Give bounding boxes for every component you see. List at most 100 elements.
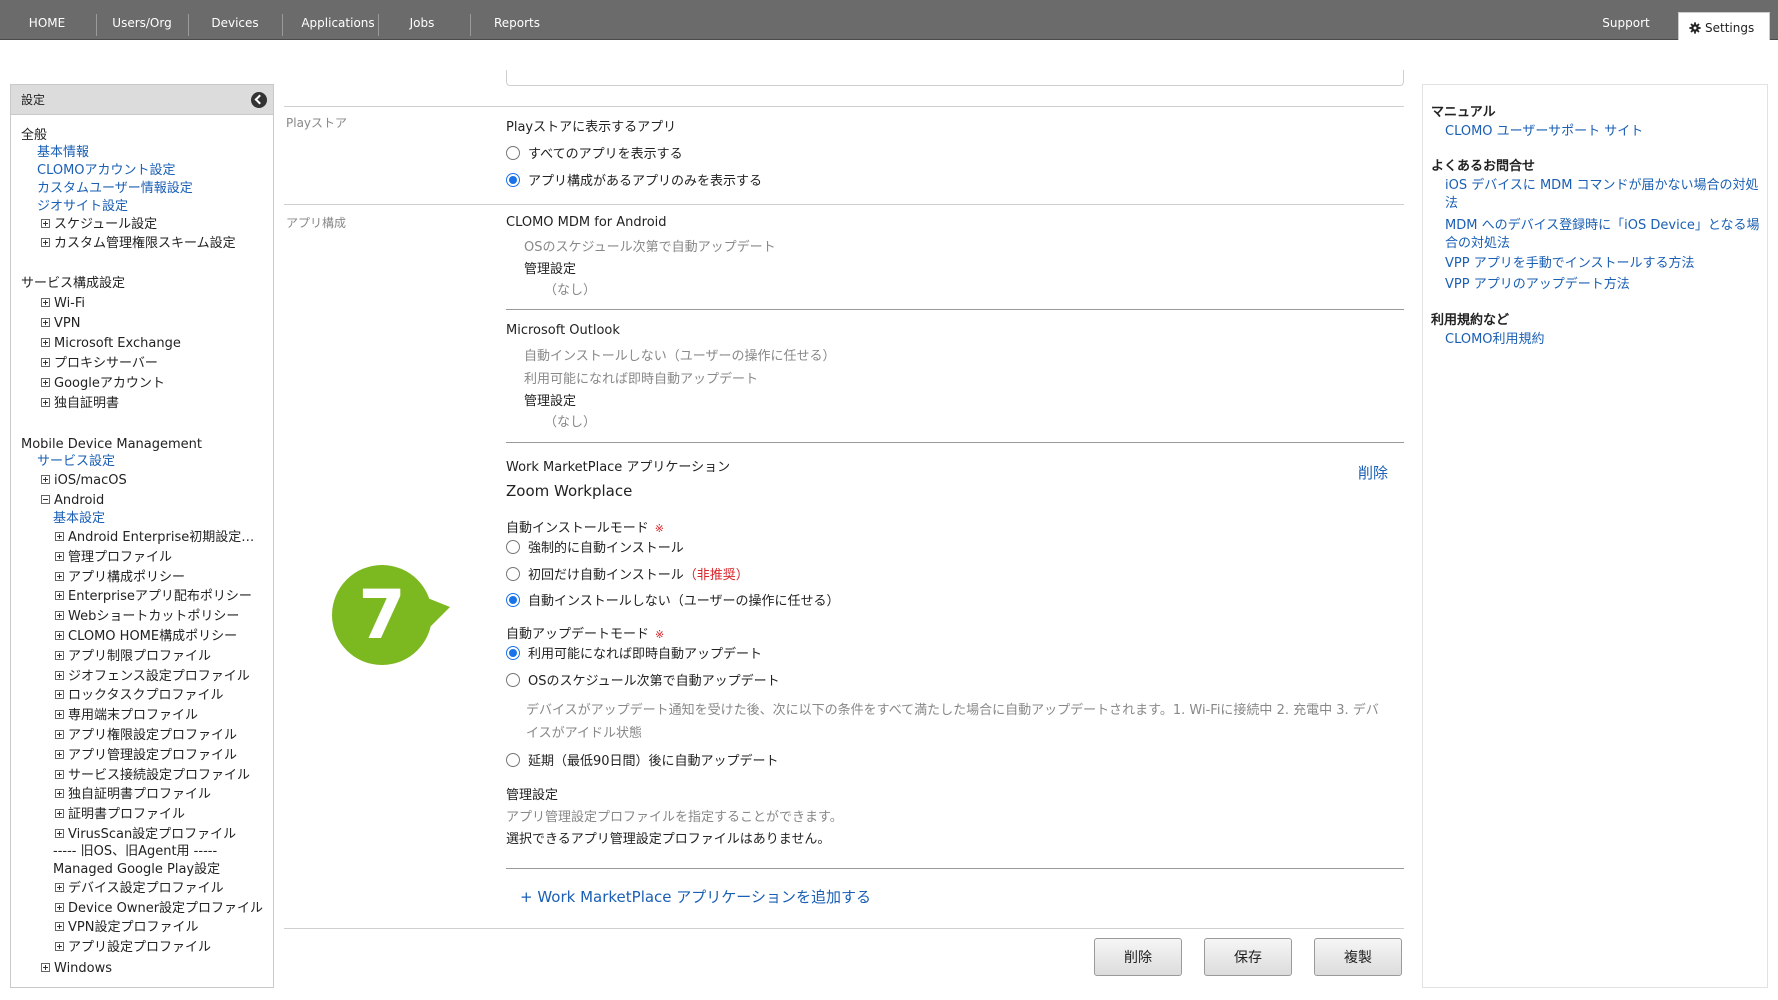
sidebar-item[interactable]: CLOMO HOME構成ポリシー	[55, 628, 237, 646]
sidebar-item[interactable]: サービス接続設定プロファイル	[55, 767, 250, 785]
expand-icon[interactable]	[41, 338, 50, 347]
support-site-link[interactable]: CLOMO ユーザーサポート サイト	[1445, 123, 1761, 141]
expand-icon[interactable]	[55, 922, 64, 932]
textarea-bottom-edge[interactable]	[506, 70, 1404, 86]
sidebar-item[interactable]: アプリ設定プロファイル	[55, 939, 211, 957]
nav-tab-settings[interactable]: Settings	[1678, 12, 1770, 40]
expand-icon[interactable]	[55, 551, 64, 561]
expand-icon[interactable]	[55, 591, 64, 601]
expand-icon[interactable]	[41, 963, 50, 972]
sidebar-item[interactable]: VirusScan設定プロファイル	[55, 826, 236, 844]
sidebar-item[interactable]: アプリ構成ポリシー	[55, 569, 185, 587]
expand-icon[interactable]	[41, 238, 50, 247]
expand-icon[interactable]	[55, 730, 64, 739]
sidebar-item-ios-macos[interactable]: iOS/macOS	[41, 472, 127, 490]
sidebar-item[interactable]: Webショートカットポリシー	[55, 608, 239, 626]
sidebar-item[interactable]: 管理プロファイル	[55, 549, 172, 567]
sidebar-item-windows[interactable]: Windows	[41, 960, 112, 978]
sidebar-item-exchange[interactable]: Microsoft Exchange	[41, 335, 181, 353]
sidebar-item-android-basic[interactable]: 基本設定	[53, 510, 105, 528]
radio-button[interactable]	[506, 673, 520, 687]
expand-icon[interactable]	[41, 398, 50, 407]
sidebar-item[interactable]: VPN設定プロファイル	[55, 919, 198, 937]
sidebar-item-cert[interactable]: 独自証明書	[41, 395, 119, 413]
sidebar-item[interactable]: ロックタスクプロファイル	[55, 687, 223, 705]
sidebar-item[interactable]: Android Enterprise初期設定…	[55, 529, 254, 547]
sidebar-item-clomo-account[interactable]: CLOMOアカウント設定	[37, 162, 176, 180]
radio-button[interactable]	[506, 146, 520, 160]
sidebar-item-google-account[interactable]: Googleアカウント	[41, 375, 165, 393]
nav-tab-users-org[interactable]: Users/Org	[104, 0, 180, 40]
nav-tab-applications[interactable]: Applications	[290, 0, 386, 40]
sidebar-item[interactable]: 専用端末プロファイル	[55, 707, 198, 725]
save-button[interactable]: 保存	[1204, 938, 1292, 976]
sidebar-item[interactable]: Device Owner設定プロファイル	[55, 900, 263, 918]
faq-link-vpp-install[interactable]: VPP アプリを手動でインストールする方法	[1445, 255, 1761, 273]
expand-icon[interactable]	[55, 829, 64, 838]
sidebar-item[interactable]: アプリ制限プロファイル	[55, 648, 211, 666]
sidebar-item-schedule[interactable]: スケジュール設定	[41, 216, 157, 234]
radio-button[interactable]	[506, 753, 520, 767]
expand-icon[interactable]	[55, 902, 64, 912]
radio-update-immediate[interactable]: 利用可能になれば即時自動アップデート	[506, 643, 762, 662]
expand-icon[interactable]	[55, 710, 64, 720]
sidebar-item[interactable]: アプリ権限設定プロファイル	[55, 727, 237, 745]
expand-icon[interactable]	[55, 532, 64, 541]
terms-link[interactable]: CLOMO利用規約	[1445, 331, 1761, 349]
expand-icon[interactable]	[55, 883, 64, 892]
radio-install-first-only[interactable]: 初回だけ自動インストール（非推奨）	[506, 564, 749, 583]
sidebar-item-custom-permission[interactable]: カスタム管理権限スキーム設定	[41, 235, 236, 253]
expand-icon[interactable]	[55, 749, 64, 759]
expand-icon[interactable]	[55, 789, 64, 799]
radio-button[interactable]	[506, 567, 520, 581]
sidebar-item[interactable]: デバイス設定プロファイル	[55, 880, 224, 898]
expand-icon[interactable]	[55, 670, 64, 680]
faq-link-ios-device[interactable]: MDM へのデバイス登録時に「iOS Device」となる場合の対処法	[1445, 217, 1761, 253]
sidebar-item[interactable]: Enterpriseアプリ配布ポリシー	[55, 588, 252, 606]
radio-update-os-schedule[interactable]: OSのスケジュール次第で自動アップデート	[506, 670, 780, 689]
collapse-icon[interactable]	[41, 495, 50, 504]
nav-tab-home[interactable]: HOME	[14, 0, 80, 40]
radio-button[interactable]	[506, 593, 520, 607]
expand-icon[interactable]	[41, 219, 50, 228]
sidebar-item-geosite[interactable]: ジオサイト設定	[37, 198, 128, 216]
sidebar-item-vpn[interactable]: VPN	[41, 315, 80, 333]
collapse-sidebar-icon[interactable]	[251, 92, 267, 108]
sidebar-item-managed-play[interactable]: Managed Google Play設定	[53, 861, 220, 879]
radio-button[interactable]	[506, 646, 520, 660]
sidebar-item-custom-user-info[interactable]: カスタムユーザー情報設定	[37, 180, 193, 198]
expand-icon[interactable]	[41, 378, 50, 387]
expand-icon[interactable]	[55, 809, 64, 819]
radio-button[interactable]	[506, 173, 520, 187]
sidebar-item[interactable]: ジオフェンス設定プロファイル	[55, 668, 250, 686]
nav-tab-support[interactable]: Support	[1590, 0, 1662, 40]
radio-button[interactable]	[506, 540, 520, 554]
expand-icon[interactable]	[41, 318, 50, 327]
nav-tab-reports[interactable]: Reports	[478, 0, 556, 40]
expand-icon[interactable]	[41, 358, 50, 367]
expand-icon[interactable]	[55, 769, 64, 779]
radio-update-postpone[interactable]: 延期（最低90日間）後に自動アップデート	[506, 750, 779, 769]
radio-show-configured-apps[interactable]: アプリ構成があるアプリのみを表示する	[506, 170, 762, 189]
sidebar-item-wifi[interactable]: Wi-Fi	[41, 295, 85, 313]
radio-install-force[interactable]: 強制的に自動インストール	[506, 537, 684, 556]
expand-icon[interactable]	[41, 298, 50, 307]
expand-icon[interactable]	[55, 611, 64, 621]
sidebar-item[interactable]: 証明書プロファイル	[55, 806, 185, 824]
expand-icon[interactable]	[55, 571, 64, 581]
add-work-app-link[interactable]: + Work MarketPlace アプリケーションを追加する	[520, 886, 871, 907]
sidebar-item[interactable]: アプリ管理設定プロファイル	[55, 747, 237, 765]
faq-link-mdm-command[interactable]: iOS デバイスに MDM コマンドが届かない場合の対処法	[1445, 177, 1761, 213]
nav-tab-jobs[interactable]: Jobs	[386, 0, 458, 40]
sidebar-item-service-settings[interactable]: サービス設定	[37, 453, 115, 471]
expand-icon[interactable]	[55, 631, 64, 640]
sidebar-item-android[interactable]: Android	[41, 492, 104, 510]
expand-icon[interactable]	[55, 941, 64, 951]
faq-link-vpp-update[interactable]: VPP アプリのアップデート方法	[1445, 276, 1761, 294]
radio-show-all-apps[interactable]: すべてのアプリを表示する	[506, 143, 683, 162]
expand-icon[interactable]	[41, 475, 50, 484]
delete-work-app-link[interactable]: 削除	[1358, 462, 1388, 483]
duplicate-button[interactable]: 複製	[1314, 938, 1402, 976]
radio-install-none[interactable]: 自動インストールしない（ユーザーの操作に任せる）	[506, 590, 839, 609]
delete-button[interactable]: 削除	[1094, 938, 1182, 976]
